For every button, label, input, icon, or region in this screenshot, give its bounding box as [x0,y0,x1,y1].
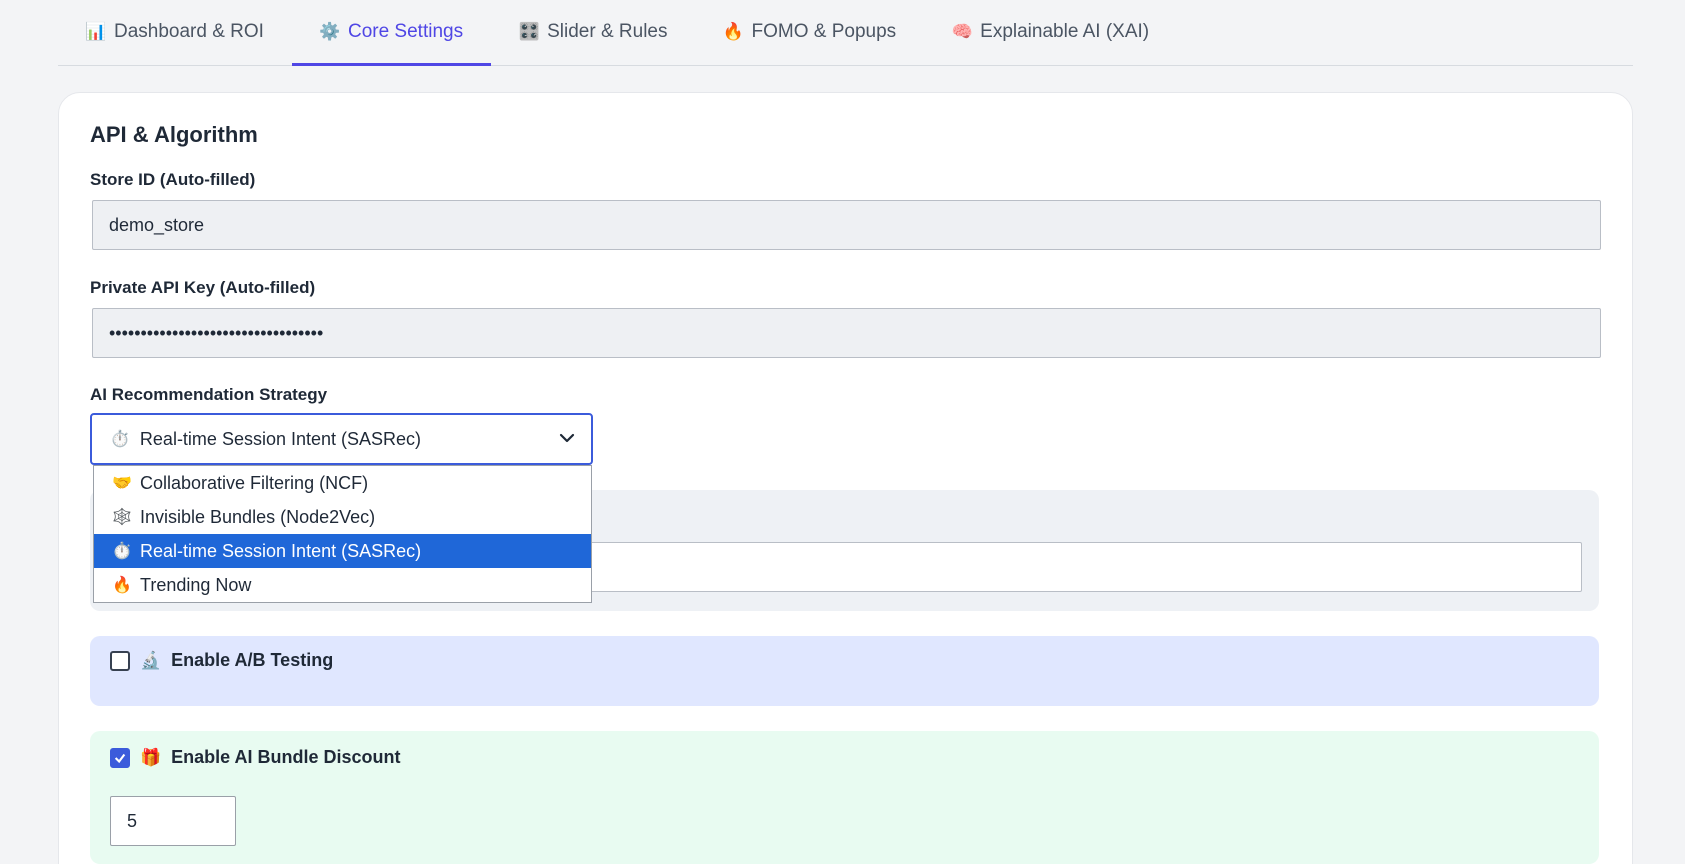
store-id-value: demo_store [109,214,205,235]
store-id-label: Store ID (Auto-filled) [90,170,256,189]
option-trending-now[interactable]: 🔥 Trending Now [94,568,591,602]
strategy-label: AI Recommendation Strategy [90,385,328,404]
chevron-down-icon [559,433,575,443]
ab-testing-checkbox[interactable] [110,650,130,671]
bundle-discount-panel: 🎁 Enable AI Bundle Discount 5 [90,731,1599,864]
stopwatch-icon: ⏱️ [110,431,130,448]
brain-icon: 🧠 [951,22,973,41]
section-title: API & Algorithm [90,122,258,147]
option-label: Trending Now [140,574,252,595]
microscope-icon: 🔬 [140,650,162,670]
ab-testing-row: 🔬 Enable A/B Testing [110,650,333,671]
tab-label: FOMO & Popups [751,21,897,42]
tab-label: Slider & Rules [547,21,668,42]
discount-percent-input[interactable]: 5 [110,796,236,846]
tab-label: Core Settings [347,21,464,42]
api-key-value: •••••••••••••••••••••••••••••••••• [109,322,324,343]
bar-chart-icon: 📊 [85,22,107,41]
control-knobs-icon: 🎛️ [518,22,540,41]
strategy-dropdown-list: 🤝 Collaborative Filtering (NCF) 🕸️ Invis… [93,465,592,603]
option-label: Real-time Session Intent (SASRec) [140,540,422,561]
tab-label: Dashboard & ROI [114,21,264,42]
strategy-selected-value: Real-time Session Intent (SASRec) [139,428,422,449]
tab-slider-rules[interactable]: 🎛️ Slider & Rules [491,0,695,65]
tab-fomo-popups[interactable]: 🔥 FOMO & Popups [695,0,924,65]
bundle-discount-row: 🎁 Enable AI Bundle Discount [110,747,401,768]
tab-dashboard-roi[interactable]: 📊 Dashboard & ROI [58,0,292,65]
fire-icon: 🔥 [112,577,132,594]
hidden-panel-input[interactable] [590,542,1582,592]
stopwatch-icon: ⏱️ [112,543,132,560]
bundle-discount-checkbox[interactable] [110,747,130,768]
strategy-select[interactable]: ⏱️ Real-time Session Intent (SASRec) [90,413,593,465]
option-invisible-bundles[interactable]: 🕸️ Invisible Bundles (Node2Vec) [94,500,591,534]
api-key-label: Private API Key (Auto-filled) [90,278,316,297]
handshake-icon: 🤝 [112,475,132,492]
gift-icon: 🎁 [140,747,162,767]
store-id-field[interactable]: demo_store [92,200,1601,250]
web-icon: 🕸️ [112,509,132,526]
gear-icon: ⚙️ [319,22,341,41]
tab-bar: 📊 Dashboard & ROI ⚙️ Core Settings 🎛️ Sl… [58,0,1633,66]
ab-testing-panel: 🔬 Enable A/B Testing [90,636,1599,706]
option-session-intent[interactable]: ⏱️ Real-time Session Intent (SASRec) [94,534,591,568]
option-collaborative-filtering[interactable]: 🤝 Collaborative Filtering (NCF) [94,466,591,500]
tab-label: Explainable AI (XAI) [980,21,1150,42]
api-key-field[interactable]: •••••••••••••••••••••••••••••••••• [92,308,1601,358]
ab-testing-label: Enable A/B Testing [171,650,334,670]
fire-icon: 🔥 [722,22,745,41]
tab-core-settings[interactable]: ⚙️ Core Settings [291,0,492,66]
page: 📊 Dashboard & ROI ⚙️ Core Settings 🎛️ Sl… [0,0,1685,864]
discount-value: 5 [127,810,138,831]
bundle-discount-label: Enable AI Bundle Discount [171,747,401,767]
tab-explainable-ai[interactable]: 🧠 Explainable AI (XAI) [924,0,1177,65]
option-label: Invisible Bundles (Node2Vec) [140,506,376,527]
option-label: Collaborative Filtering (NCF) [140,472,369,493]
